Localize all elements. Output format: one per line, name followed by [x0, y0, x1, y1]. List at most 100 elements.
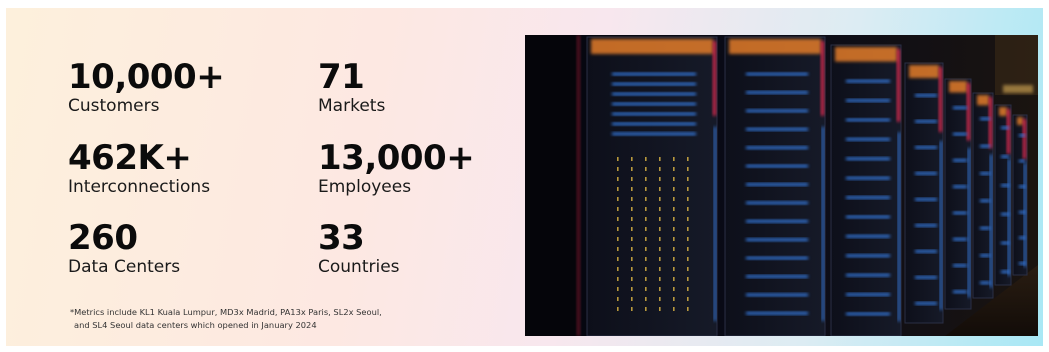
- rack-edge-light: [940, 141, 942, 310]
- metric-value: 462K+: [68, 138, 192, 178]
- server-racks-illustration: [525, 35, 1038, 336]
- rack-light: [980, 172, 990, 175]
- rack-edge-light: [897, 49, 900, 122]
- rack-light: [746, 312, 808, 315]
- rack-status-lights: [1017, 117, 1023, 125]
- rack-light: [980, 117, 990, 120]
- rack-light: [846, 79, 890, 83]
- rack-light: [746, 128, 808, 131]
- rack-light: [953, 264, 967, 267]
- rack-light: [915, 250, 937, 253]
- metric-value: 33: [318, 218, 365, 258]
- rack-edge-light: [898, 132, 900, 322]
- metric-label: Customers: [68, 96, 160, 116]
- rack-light: [846, 235, 890, 238]
- rack-light: [612, 132, 696, 136]
- rack-edge-light: [1024, 163, 1026, 267]
- rack-light: [746, 164, 808, 168]
- rack-indicator: [659, 217, 661, 221]
- rack-indicator: [617, 287, 619, 291]
- rack-light: [746, 256, 808, 260]
- rack-indicator: [645, 217, 647, 221]
- rack-indicator: [631, 157, 633, 161]
- rack-light: [1019, 262, 1025, 265]
- footnote-line: *Metrics include KL1 Kuala Lumpur, MD3x …: [70, 307, 382, 317]
- rack-indicator: [631, 307, 633, 311]
- metric-value: 13,000+: [318, 138, 475, 178]
- rack-indicator: [631, 177, 633, 181]
- rack-edge-light: [822, 126, 824, 322]
- rack-light: [746, 238, 808, 241]
- metric-markets: 71 Markets: [318, 58, 538, 116]
- rack-light: [846, 196, 890, 199]
- rack-indicator: [645, 237, 647, 241]
- rack-indicator: [617, 207, 619, 211]
- rack-light: [746, 109, 808, 113]
- rack-edge-light: [968, 148, 970, 298]
- rack-indicator: [645, 177, 647, 181]
- rack-light: [953, 211, 967, 215]
- rack-indicator: [617, 227, 619, 231]
- rack-indicator: [687, 197, 689, 201]
- rack-indicator: [645, 167, 647, 171]
- rack-light: [980, 254, 990, 257]
- rack-indicator: [687, 277, 689, 281]
- rack-indicator: [687, 167, 689, 171]
- rack-indicator: [631, 167, 633, 171]
- rack-light: [846, 254, 890, 257]
- rack-indicator: [617, 297, 619, 301]
- rack-light: [746, 293, 808, 297]
- server-rack: [904, 62, 944, 324]
- rack-light: [953, 106, 967, 109]
- rack-indicator: [645, 287, 647, 291]
- rack-indicator: [687, 307, 689, 311]
- metric-employees: 13,000+ Employees: [318, 139, 538, 197]
- rack-light: [1001, 155, 1009, 158]
- rack-light: [746, 72, 808, 76]
- rack-indicator: [645, 257, 647, 261]
- rack-light: [746, 201, 808, 205]
- rack-edge-light: [714, 126, 716, 322]
- rack-light: [915, 120, 937, 123]
- rack-light: [915, 276, 937, 279]
- rack-light: [1001, 270, 1009, 273]
- rack-indicator: [673, 187, 675, 191]
- rack-light: [846, 118, 890, 122]
- metric-customers: 10,000+ Customers: [68, 58, 288, 116]
- rack-indicator: [659, 237, 661, 241]
- rack-light: [953, 159, 967, 162]
- metric-label: Employees: [318, 177, 412, 197]
- metric-value: 10,000+: [68, 57, 225, 97]
- rack-light: [612, 102, 696, 106]
- rack-indicator: [687, 237, 689, 241]
- metric-value: 260: [68, 218, 138, 258]
- rack-light: [846, 215, 890, 219]
- rack-indicator: [673, 227, 675, 231]
- wall-edge-light: [577, 35, 580, 336]
- rack-indicator: [687, 207, 689, 211]
- rack-indicator: [687, 157, 689, 161]
- rack-light: [953, 238, 967, 241]
- rack-indicator: [673, 167, 675, 171]
- metric-label: Data Centers: [68, 257, 181, 277]
- rack-indicator: [687, 267, 689, 271]
- rack-light: [846, 176, 890, 180]
- rack-indicator: [645, 197, 647, 201]
- metric-label: Markets: [318, 96, 386, 116]
- stats-banner: 10,000+ Customers 71 Markets 462K+ Inter…: [6, 8, 1043, 346]
- rack-indicator: [631, 297, 633, 301]
- rack-indicator: [645, 297, 647, 301]
- rack-indicator: [631, 227, 633, 231]
- rack-light: [980, 226, 990, 230]
- server-racks-photo: [525, 35, 1038, 336]
- rack-light: [846, 273, 890, 277]
- rack-light: [746, 183, 808, 186]
- rack-indicator: [631, 247, 633, 251]
- rack-indicator: [617, 157, 619, 161]
- rack-indicator: [659, 267, 661, 271]
- rack-status-lights: [909, 65, 939, 78]
- rack-indicator: [659, 157, 661, 161]
- rack-indicator: [673, 207, 675, 211]
- rack-indicator: [659, 277, 661, 281]
- rack-edge-light: [1023, 119, 1026, 159]
